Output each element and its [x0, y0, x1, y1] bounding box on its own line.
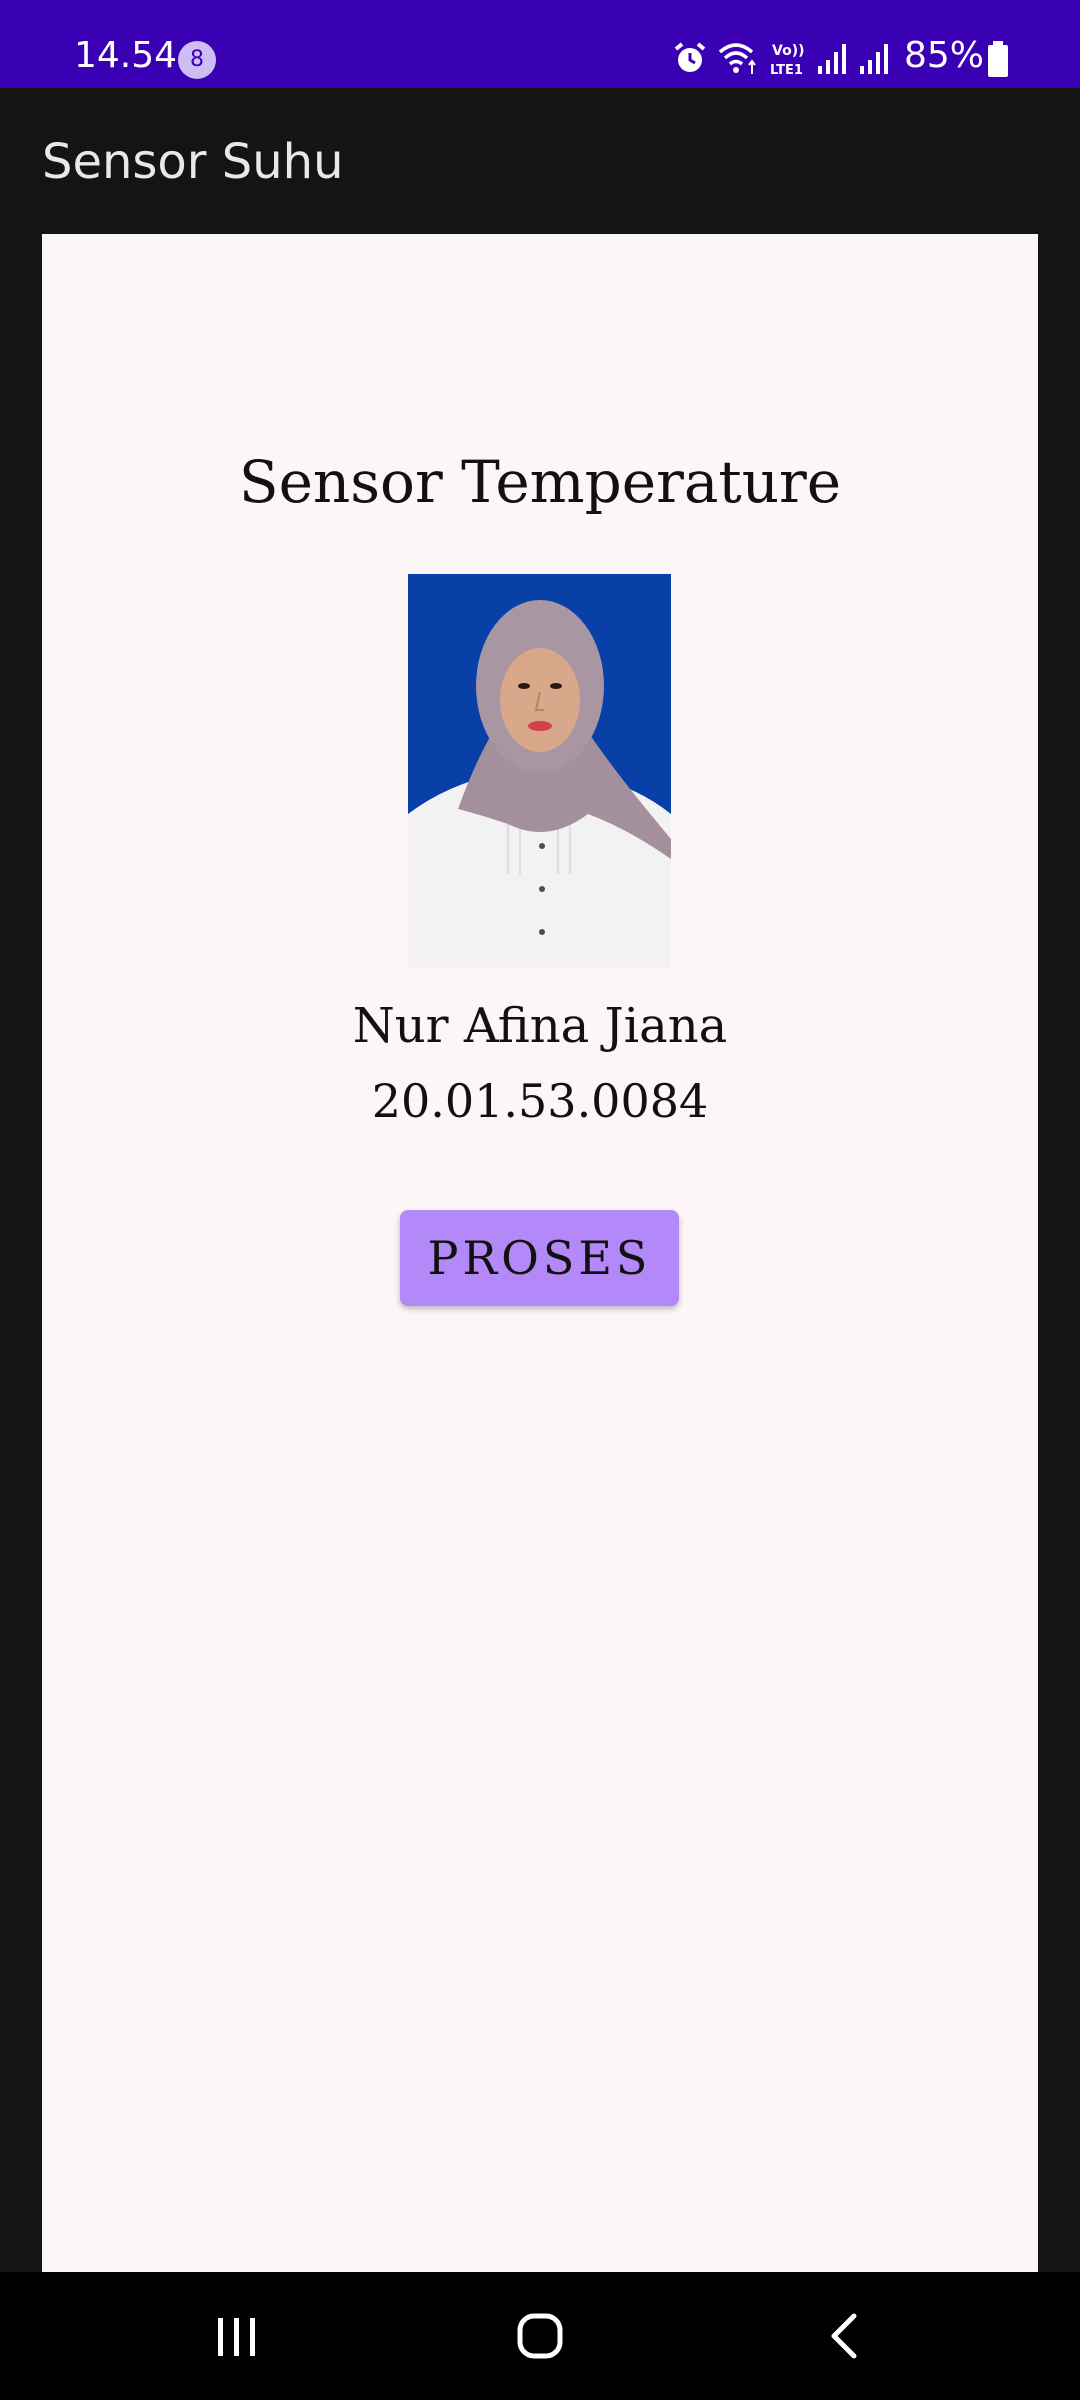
battery-percentage: 85%	[904, 35, 985, 76]
main-content: Sensor Temperature Nur Afina Jiana 20.01…	[42, 234, 1038, 2272]
student-id: 20.01.53.0084	[371, 1074, 709, 1128]
navigation-bar	[0, 2272, 1080, 2400]
wifi-icon	[718, 43, 756, 74]
page-heading: Sensor Temperature	[238, 448, 842, 516]
app-title: Sensor Suhu	[42, 134, 344, 190]
status-time: 14.54	[74, 35, 178, 76]
back-icon	[831, 2313, 857, 2359]
app-bar: Sensor Suhu	[0, 88, 1080, 234]
svg-text:Vo)): Vo))	[772, 43, 804, 59]
proses-button[interactable]: PROSES	[400, 1210, 679, 1306]
signal-icon	[860, 44, 888, 74]
volte-lte-icon: Vo)) LTE1	[770, 43, 804, 78]
home-icon	[517, 2313, 563, 2359]
signal-icon	[818, 44, 846, 74]
profile-photo	[408, 574, 671, 968]
notification-count-badge: 8	[178, 41, 216, 79]
status-bar: 14.54 8 Vo)) LTE1 85%	[0, 0, 1080, 88]
alarm-icon	[674, 42, 706, 72]
recent-apps-button[interactable]	[176, 2296, 296, 2376]
svg-text:LTE1: LTE1	[770, 63, 803, 78]
battery-icon	[988, 41, 1008, 77]
recent-apps-icon	[218, 2318, 255, 2356]
home-button[interactable]	[480, 2296, 600, 2376]
back-button[interactable]	[784, 2296, 904, 2376]
student-name: Nur Afina Jiana	[352, 998, 728, 1054]
